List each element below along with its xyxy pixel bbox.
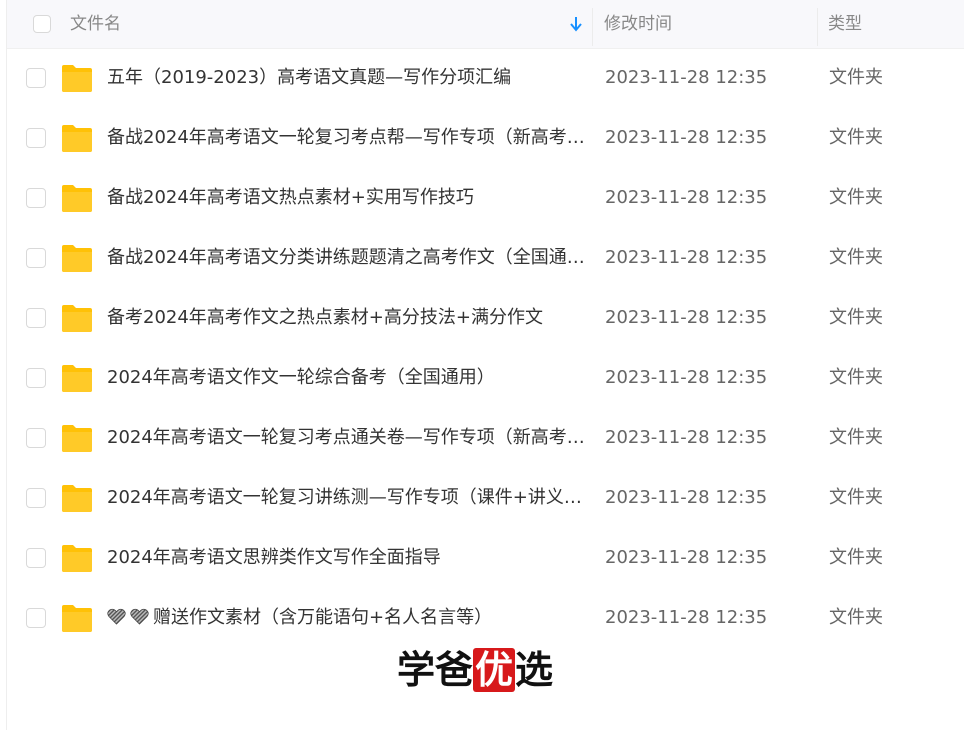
file-type: 文件夹: [829, 127, 883, 148]
column-divider[interactable]: [592, 8, 593, 46]
file-row[interactable]: 2024年高考语文一轮复习讲练测—写作专项（课件+讲义… 2023-11-28 …: [7, 468, 964, 528]
file-name[interactable]: 2024年高考语文思辨类作文写作全面指导: [107, 528, 587, 588]
folder-icon: [62, 485, 92, 512]
file-type: 文件夹: [829, 607, 883, 628]
file-type: 文件夹: [829, 427, 883, 448]
file-row[interactable]: 备战2024年高考语文热点素材+实用写作技巧 2023-11-28 12:35 …: [7, 168, 964, 228]
heart-icon: [107, 608, 126, 625]
file-row[interactable]: 备战2024年高考语文分类讲练题题清之高考作文（全国通… 2023-11-28 …: [7, 228, 964, 288]
folder-icon: [62, 605, 92, 632]
file-row[interactable]: 五年（2019-2023）高考语文真题—写作分项汇编 2023-11-28 12…: [7, 48, 964, 108]
file-name[interactable]: 备考2024年高考作文之热点素材+高分技法+满分作文: [107, 288, 587, 348]
file-name[interactable]: 2024年高考语文一轮复习考点通关卷—写作专项（新高考…: [107, 408, 587, 468]
watermark-seal: 优: [473, 648, 516, 692]
row-checkbox[interactable]: [26, 68, 46, 88]
folder-icon: [62, 305, 92, 332]
column-divider[interactable]: [817, 8, 818, 46]
file-type: 文件夹: [829, 487, 883, 508]
modified-time: 2023-11-28 12:35: [605, 547, 768, 568]
file-name[interactable]: 备战2024年高考语文热点素材+实用写作技巧: [107, 168, 587, 228]
sort-down-arrow-icon[interactable]: [569, 15, 583, 33]
row-checkbox[interactable]: [26, 308, 46, 328]
heart-icon: [130, 608, 149, 625]
modified-time: 2023-11-28 12:35: [605, 307, 768, 328]
row-checkbox[interactable]: [26, 248, 46, 268]
select-all-checkbox[interactable]: [33, 15, 51, 33]
file-name[interactable]: 备战2024年高考语文分类讲练题题清之高考作文（全国通…: [107, 228, 587, 288]
watermark-text: 学爸: [397, 648, 474, 692]
folder-icon: [62, 545, 92, 572]
file-name[interactable]: 2024年高考语文一轮复习讲练测—写作专项（课件+讲义…: [107, 468, 587, 528]
file-row[interactable]: 备战2024年高考语文一轮复习考点帮—写作专项（新高考… 2023-11-28 …: [7, 108, 964, 168]
folder-icon: [62, 365, 92, 392]
file-type: 文件夹: [829, 187, 883, 208]
file-type: 文件夹: [829, 307, 883, 328]
modified-time: 2023-11-28 12:35: [605, 427, 768, 448]
column-header-type[interactable]: 类型: [828, 0, 862, 48]
file-type: 文件夹: [829, 67, 883, 88]
modified-time: 2023-11-28 12:35: [605, 367, 768, 388]
file-name[interactable]: 五年（2019-2023）高考语文真题—写作分项汇编: [107, 48, 587, 108]
row-checkbox[interactable]: [26, 548, 46, 568]
folder-icon: [62, 185, 92, 212]
file-type: 文件夹: [829, 247, 883, 268]
column-header-modified-time[interactable]: 修改时间: [604, 0, 672, 48]
file-row[interactable]: 2024年高考语文作文一轮综合备考（全国通用） 2023-11-28 12:35…: [7, 348, 964, 408]
modified-time: 2023-11-28 12:35: [605, 247, 768, 268]
column-header-name[interactable]: 文件名: [70, 0, 121, 48]
file-rows: 五年（2019-2023）高考语文真题—写作分项汇编 2023-11-28 12…: [7, 48, 964, 648]
row-checkbox[interactable]: [26, 188, 46, 208]
folder-icon: [62, 65, 92, 92]
folder-icon: [62, 425, 92, 452]
file-list-header: 文件名 修改时间 类型: [7, 0, 964, 49]
file-row[interactable]: 备考2024年高考作文之热点素材+高分技法+满分作文 2023-11-28 12…: [7, 288, 964, 348]
modified-time: 2023-11-28 12:35: [605, 607, 768, 628]
watermark-text: 选: [515, 648, 554, 692]
file-row[interactable]: 2024年高考语文思辨类作文写作全面指导 2023-11-28 12:35 文件…: [7, 528, 964, 588]
row-checkbox[interactable]: [26, 608, 46, 628]
file-type: 文件夹: [829, 547, 883, 568]
row-checkbox[interactable]: [26, 128, 46, 148]
file-name[interactable]: 备战2024年高考语文一轮复习考点帮—写作专项（新高考…: [107, 108, 587, 168]
file-name: 赠送作文素材（含万能语句+名人名言等）: [153, 607, 493, 628]
file-row[interactable]: 赠送作文素材（含万能语句+名人名言等） 2023-11-28 12:35 文件夹: [7, 588, 964, 648]
folder-icon: [62, 125, 92, 152]
file-name[interactable]: 2024年高考语文作文一轮综合备考（全国通用）: [107, 348, 587, 408]
modified-time: 2023-11-28 12:35: [605, 187, 768, 208]
file-row[interactable]: 2024年高考语文一轮复习考点通关卷—写作专项（新高考… 2023-11-28 …: [7, 408, 964, 468]
modified-time: 2023-11-28 12:35: [605, 67, 768, 88]
row-checkbox[interactable]: [26, 488, 46, 508]
modified-time: 2023-11-28 12:35: [605, 127, 768, 148]
file-type: 文件夹: [829, 367, 883, 388]
folder-icon: [62, 245, 92, 272]
row-checkbox[interactable]: [26, 368, 46, 388]
row-checkbox[interactable]: [26, 428, 46, 448]
file-name-with-icons[interactable]: 赠送作文素材（含万能语句+名人名言等）: [107, 588, 587, 648]
modified-time: 2023-11-28 12:35: [605, 487, 768, 508]
file-list-panel: 文件名 修改时间 类型 五年（2019-2023）高考语文真题—写作分项汇编 2…: [6, 0, 964, 730]
watermark-logo: 学爸优选: [397, 645, 553, 695]
